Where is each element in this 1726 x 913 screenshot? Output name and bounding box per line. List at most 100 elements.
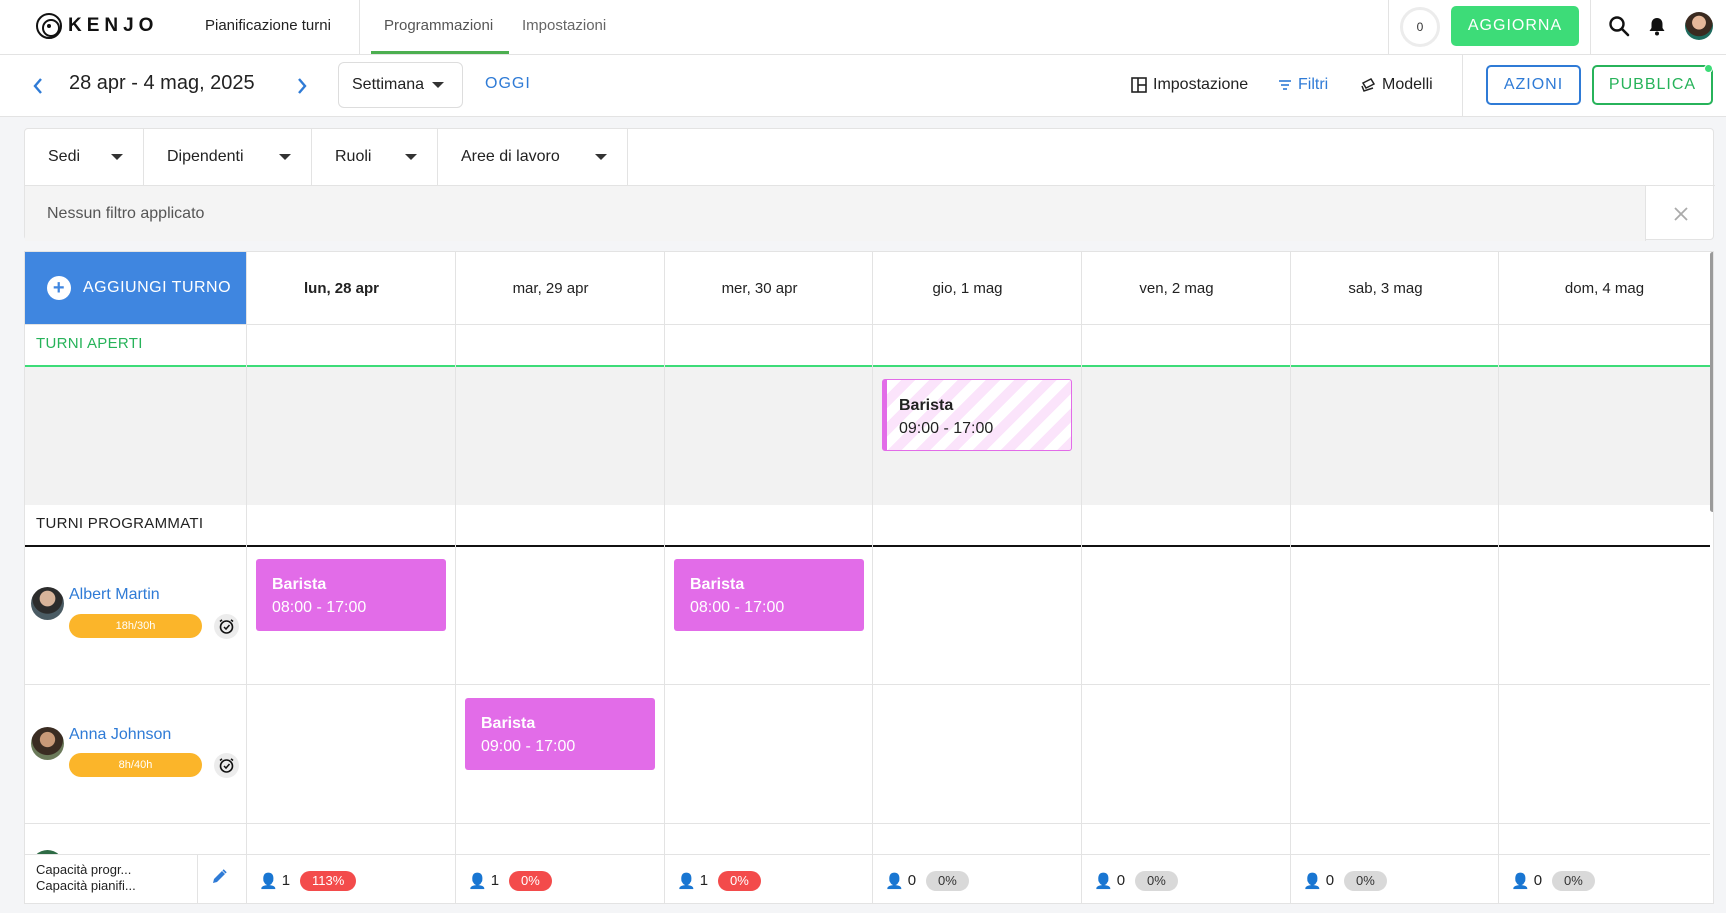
filter-ruoli-label: Ruoli <box>335 148 372 165</box>
day-header: lun, 28 apr <box>246 252 436 324</box>
top-bar: KENJO Pianificazione turni Programmazion… <box>0 0 1726 55</box>
divider <box>1462 55 1463 117</box>
shift-card[interactable]: Barista 09:00 - 17:00 <box>465 698 655 770</box>
avatar[interactable] <box>31 727 64 760</box>
edit-pencil-icon[interactable] <box>210 868 228 890</box>
filters-button[interactable]: Filtri <box>1278 76 1328 94</box>
schedule-grid: + AGGIUNGI TURNO lun, 28 apr mar, 29 apr… <box>24 251 1714 904</box>
tab-programmazioni[interactable]: Programmazioni <box>384 17 493 34</box>
layout-button[interactable]: Impostazione <box>1131 76 1248 94</box>
open-shifts-label: TURNI APERTI <box>36 335 143 352</box>
caret-down-icon <box>432 82 445 88</box>
capacity-count: 1 <box>281 872 291 889</box>
day-header: mar, 29 apr <box>455 252 645 324</box>
kenjo-logo[interactable]: KENJO <box>36 13 158 39</box>
tab-impostazioni[interactable]: Impostazioni <box>522 17 606 34</box>
capacity-percent: 0% <box>1135 870 1178 891</box>
capacity-count: 1 <box>490 872 500 889</box>
column-divider <box>1498 324 1499 854</box>
filter-status: Nessun filtro applicato <box>25 185 1645 241</box>
date-range: 28 apr - 4 mag, 2025 <box>69 72 255 94</box>
publish-status-dot <box>1704 64 1713 73</box>
avatar[interactable] <box>31 587 64 620</box>
logo-text: KENJO <box>68 15 159 36</box>
filter-sedi-label: Sedi <box>48 148 81 165</box>
next-week-chevron-icon[interactable] <box>292 74 312 98</box>
clear-filters-close-icon[interactable] <box>1645 185 1715 241</box>
day-header: mer, 30 apr <box>664 252 854 324</box>
schedule-toolbar: 28 apr - 4 mag, 2025 Settimana OGGI Impo… <box>0 55 1726 117</box>
capacity-cell: 👤 0 0% <box>1081 855 1290 903</box>
pending-counter: 0 <box>1400 7 1440 47</box>
capacity-footer: Capacità progr... Capacità pianifi... 👤 1… <box>25 854 1710 903</box>
actions-button[interactable]: AZIONI <box>1486 65 1581 105</box>
filter-aree-di-lavoro[interactable]: Aree di lavoro <box>438 129 628 185</box>
column-divider <box>872 324 873 854</box>
employee-name[interactable]: Anna Johnson <box>69 726 171 744</box>
day-header: ven, 2 mag <box>1081 252 1271 324</box>
capacity-count: 0 <box>1325 872 1335 889</box>
capacity-percent: 0% <box>1344 870 1387 891</box>
shift-time: 09:00 - 17:00 <box>481 738 576 755</box>
search-icon[interactable] <box>1606 13 1632 39</box>
person-icon: 👤 <box>259 872 278 890</box>
templates-button[interactable]: Modelli <box>1360 76 1433 94</box>
column-divider <box>1081 324 1082 854</box>
shift-role: Barista <box>690 576 745 593</box>
user-avatar[interactable] <box>1685 12 1713 40</box>
alarm-clock-icon[interactable] <box>214 614 239 639</box>
logo-mark-icon <box>36 13 62 39</box>
filter-icon <box>1279 80 1291 90</box>
alarm-clock-icon[interactable] <box>214 753 239 778</box>
filter-ruoli[interactable]: Ruoli <box>312 129 438 185</box>
publish-label: PUBBLICA <box>1608 76 1697 93</box>
capacity-percent: 0% <box>718 870 761 891</box>
add-shift-label: AGGIUNGI TURNO <box>83 279 232 296</box>
capacity-percent: 113% <box>300 870 357 891</box>
shift-card[interactable]: Barista 08:00 - 17:00 <box>256 559 446 631</box>
app-title: Pianificazione turni <box>205 17 331 34</box>
row-divider <box>25 684 1710 685</box>
publish-button[interactable]: PUBBLICA <box>1592 64 1713 105</box>
update-button[interactable]: AGGIORNA <box>1451 6 1579 46</box>
vertical-scrollbar[interactable] <box>1710 252 1713 512</box>
view-select[interactable]: Settimana <box>338 62 463 108</box>
filter-aree-label: Aree di lavoro <box>461 148 560 165</box>
capacity-count: 0 <box>1116 872 1126 889</box>
hours-badge: 8h/40h <box>69 753 202 777</box>
capacity-percent: 0% <box>926 870 969 891</box>
previous-week-chevron-icon[interactable] <box>28 74 48 98</box>
active-tab-indicator <box>371 51 509 54</box>
shift-role: Barista <box>481 715 536 732</box>
hours-badge: 18h/30h <box>69 614 202 638</box>
divider <box>25 545 1710 547</box>
shift-time: 09:00 - 17:00 <box>899 420 994 437</box>
open-shift-card[interactable]: Barista 09:00 - 17:00 <box>882 379 1072 451</box>
column-divider <box>455 324 456 854</box>
divider <box>1388 0 1389 55</box>
add-shift-button[interactable]: + AGGIUNGI TURNO <box>25 252 246 324</box>
person-icon: 👤 <box>1511 872 1530 890</box>
capacity-cell: 👤 0 0% <box>1498 855 1710 903</box>
filter-dipendenti-label: Dipendenti <box>167 148 244 165</box>
today-button[interactable]: OGGI <box>485 75 531 93</box>
filter-sedi[interactable]: Sedi <box>25 129 144 185</box>
caret-down-icon <box>405 154 417 160</box>
employee-name[interactable]: Albert Martin <box>69 586 160 604</box>
day-header: sab, 3 mag <box>1290 252 1480 324</box>
capacity-percent: 0% <box>1552 870 1595 891</box>
person-icon: 👤 <box>1303 872 1322 890</box>
capacity-cell: 👤 1 113% <box>246 855 455 903</box>
capacity-label: Capacità progr... <box>36 862 132 877</box>
day-header: dom, 4 mag <box>1498 252 1710 324</box>
capacity-label: Capacità pianifi... <box>36 878 136 893</box>
caret-down-icon <box>111 154 123 160</box>
bell-icon[interactable] <box>1644 13 1670 39</box>
caret-down-icon <box>595 154 607 160</box>
caret-down-icon <box>279 154 291 160</box>
view-select-value: Settimana <box>352 76 425 93</box>
filter-dipendenti[interactable]: Dipendenti <box>144 129 312 185</box>
shift-card[interactable]: Barista 08:00 - 17:00 <box>674 559 864 631</box>
open-shifts-row[interactable] <box>25 367 1710 505</box>
shift-role: Barista <box>899 397 954 414</box>
